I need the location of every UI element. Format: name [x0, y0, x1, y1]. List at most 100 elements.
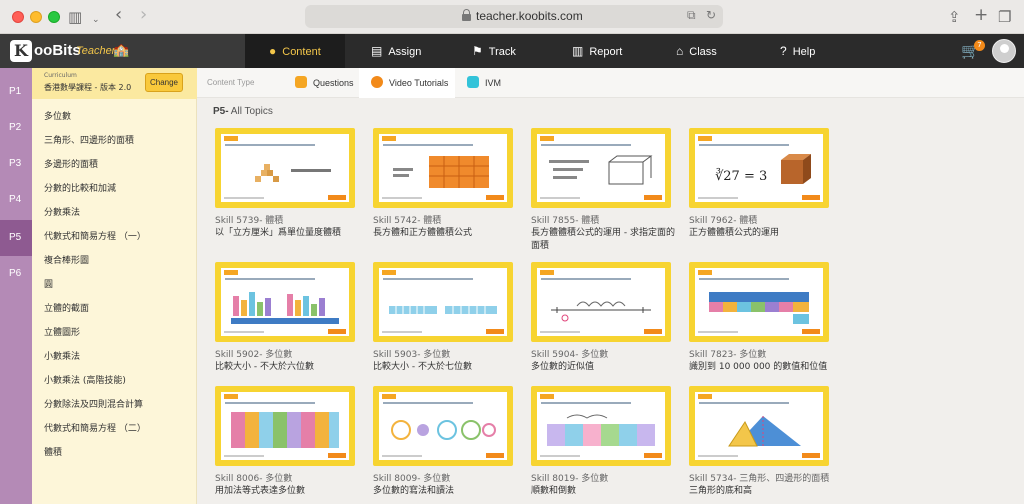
video-thumbnail[interactable] — [215, 128, 355, 208]
topic-item[interactable]: 小數乘法 (高階技能) — [44, 373, 126, 386]
video-thumbnail[interactable]: ∛27 = 3 — [689, 128, 829, 208]
nav-track-label: Track — [488, 46, 516, 58]
nav-help[interactable]: ? Help — [780, 34, 815, 68]
new-tab-icon[interactable]: + — [974, 6, 988, 24]
topic-item[interactable]: 分數的比較和加減 — [44, 181, 116, 194]
video-thumbnail[interactable] — [373, 386, 513, 466]
grade-p5[interactable]: P5 — [0, 220, 32, 256]
questions-icon — [295, 76, 307, 88]
ivm-icon — [467, 76, 479, 88]
video-thumbnail[interactable] — [373, 262, 513, 342]
topic-item[interactable]: 多位數 — [44, 109, 71, 122]
topic-item[interactable]: 立體的截面 — [44, 301, 89, 314]
content-type-label: Content Type — [207, 78, 255, 87]
koobits-teacher-logo[interactable]: K ooBits Teacher 🏫 — [0, 34, 245, 68]
logo-wordmark: ooBits — [34, 42, 81, 59]
grade-p1[interactable]: P1 — [0, 74, 32, 110]
tab-overview-icon[interactable]: ❐ — [998, 8, 1011, 26]
tab-ivm-label: IVM — [485, 78, 502, 88]
nav-content[interactable]: ● Content — [245, 34, 345, 68]
grade-p6[interactable]: P6 — [0, 256, 32, 292]
skill-label: Skill 5904- 多位數 — [531, 350, 609, 360]
topic-item[interactable]: 代數式和簡易方程 （一） — [44, 229, 146, 242]
zoom-window-button[interactable] — [48, 11, 60, 23]
nav-track[interactable]: ⚑ Track — [472, 34, 516, 68]
video-thumbnail[interactable] — [373, 128, 513, 208]
topic-item[interactable]: 體積 — [44, 445, 62, 458]
back-button[interactable]: ‹ — [115, 6, 122, 24]
grade-p2[interactable]: P2 — [0, 110, 32, 146]
topic-item[interactable]: 分數除法及四則混合計算 — [44, 397, 143, 410]
video-thumbnail[interactable] — [689, 386, 829, 466]
video-title: 比較大小 - 不大於七位數 — [373, 362, 472, 372]
tab-questions[interactable]: Questions — [295, 68, 355, 98]
skill-label: Skill 5902- 多位數 — [215, 350, 293, 360]
sidebar-toggle-icon[interactable]: ▥ — [68, 8, 82, 26]
skill-label: Skill 8009- 多位數 — [373, 474, 451, 484]
address-bar[interactable]: teacher.koobits.com ⧉ ↻ — [305, 5, 723, 28]
video-title: 多位數的寫法和讀法 — [373, 486, 455, 496]
video-icon — [371, 76, 383, 88]
tab-ivm[interactable]: IVM — [467, 68, 507, 98]
tab-questions-label: Questions — [313, 78, 354, 88]
page-title: P5- All Topics — [213, 106, 273, 117]
video-thumbnail[interactable] — [215, 386, 355, 466]
video-thumbnail[interactable] — [215, 262, 355, 342]
help-icon: ? — [780, 44, 787, 58]
topic-item[interactable]: 分數乘法 — [44, 205, 80, 218]
video-title: 用加法等式表達多位數 — [215, 486, 306, 496]
video-thumbnail[interactable] — [531, 386, 671, 466]
video-grid: P5- All Topics Skill 5739- 體積 以「立方厘米」爲單位… — [197, 98, 1024, 504]
logo-mark: K — [10, 40, 32, 62]
grade-p4[interactable]: P4 — [0, 182, 32, 218]
skill-label: Skill 8006- 多位數 — [215, 474, 293, 484]
topic-item[interactable]: 多邊形的面積 — [44, 157, 98, 170]
class-icon: ⌂ — [676, 44, 684, 58]
nav-class-label: Class — [689, 46, 717, 58]
topic-item[interactable]: 立體圖形 — [44, 325, 80, 338]
nav-report[interactable]: ▥ Report — [572, 34, 622, 68]
page-title-label: All Topics — [230, 106, 273, 117]
video-thumbnail[interactable] — [531, 262, 671, 342]
video-title: 以「立方厘米」爲單位量度體積 — [215, 228, 342, 238]
curriculum-value: 香港數學課程 - 版本 2.0 — [44, 83, 132, 92]
topic-item[interactable]: 三角形、四邊形的面積 — [44, 133, 134, 146]
nav-class[interactable]: ⌂ Class — [676, 34, 717, 68]
grade-rail: P1 P2 P3 P4 P5 P6 — [0, 68, 32, 504]
grade-p3[interactable]: P3 — [0, 146, 32, 182]
topic-item[interactable]: 複合棒形圖 — [44, 253, 89, 266]
skill-label: Skill 5734- 三角形、四邊形的面積 — [689, 474, 830, 484]
nav-report-label: Report — [589, 46, 623, 58]
minimize-window-button[interactable] — [30, 11, 42, 23]
topic-item[interactable]: 圓 — [44, 277, 53, 290]
report-icon: ▥ — [572, 44, 584, 58]
curriculum-label: Curriculum — [44, 72, 77, 79]
content-type-bar: Content Type Questions Video Tutorials I… — [197, 68, 1024, 98]
reload-icon[interactable]: ↻ — [706, 8, 716, 22]
skill-label: Skill 8019- 多位數 — [531, 474, 609, 484]
nav-assign-label: Assign — [388, 46, 422, 58]
svg-text:∛27 = 3: ∛27 = 3 — [715, 168, 767, 184]
video-thumbnail[interactable] — [689, 262, 829, 342]
avatar[interactable] — [992, 39, 1016, 63]
skill-label: Skill 5739- 體積 — [215, 216, 284, 226]
video-title: 正方體體積公式的運用 — [689, 228, 780, 238]
skill-label: Skill 5903- 多位數 — [373, 350, 451, 360]
chevron-down-icon[interactable]: ⌄ — [92, 11, 100, 29]
nav-help-label: Help — [792, 46, 816, 58]
topic-item[interactable]: 小數乘法 — [44, 349, 80, 362]
cart-count-badge: 7 — [974, 40, 985, 51]
tab-video-tutorials[interactable]: Video Tutorials — [359, 68, 455, 98]
video-thumbnail[interactable] — [531, 128, 671, 208]
nav-assign[interactable]: ▤ Assign — [371, 34, 421, 68]
change-curriculum-button[interactable]: Change — [145, 73, 183, 92]
close-window-button[interactable] — [12, 11, 24, 23]
topic-panel: Curriculum 香港數學課程 - 版本 2.0 Change 多位數 三角… — [32, 68, 197, 504]
assign-icon: ▤ — [371, 44, 383, 58]
page-title-grade: P5- — [213, 106, 229, 117]
translate-icon[interactable]: ⧉ — [687, 8, 696, 23]
forward-button[interactable]: › — [140, 6, 147, 24]
topic-item[interactable]: 代數式和簡易方程 （二） — [44, 421, 146, 434]
video-title: 多位數的近似值 — [531, 362, 595, 372]
share-icon[interactable]: ⇪ — [948, 8, 961, 26]
